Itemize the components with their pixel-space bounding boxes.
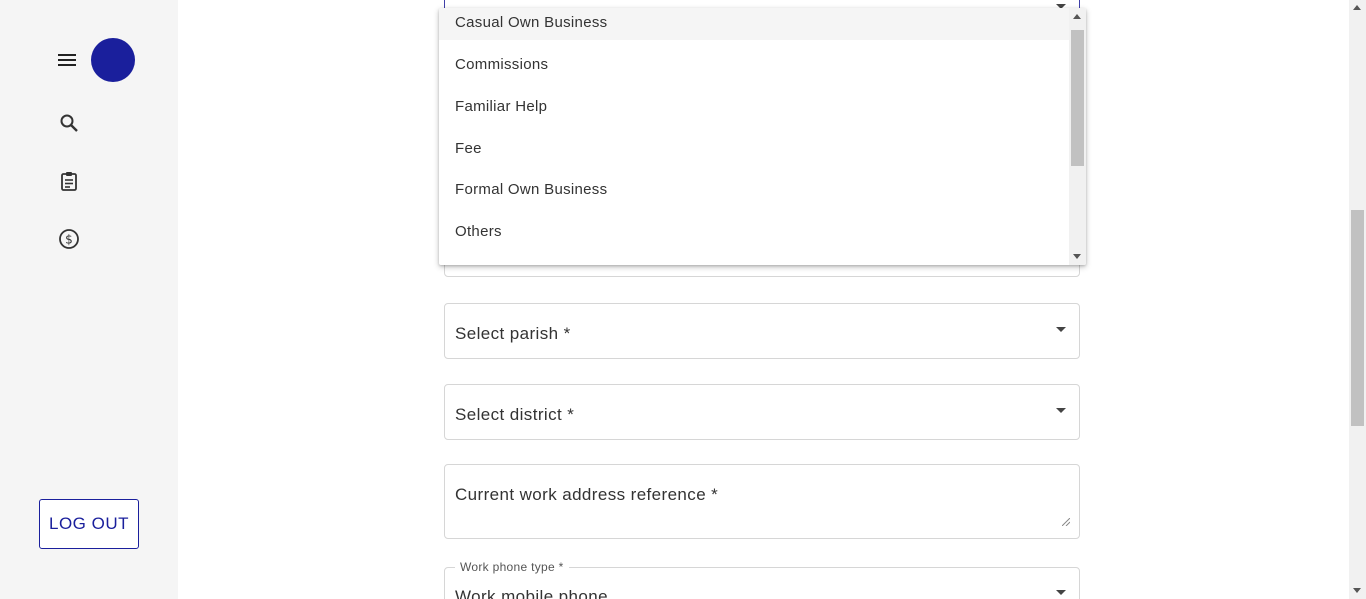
chevron-down-icon [1056,590,1066,595]
work-address-textarea[interactable]: Current work address reference * [444,464,1080,539]
logout-button[interactable]: LOG OUT [39,499,139,549]
income-type-dropdown: Casual Own Business Commissions Familiar… [439,8,1086,265]
district-select[interactable]: Select district * [444,384,1080,440]
dropdown-option[interactable]: Fee [439,130,1069,166]
phone-type-value: Work mobile phone [455,587,608,599]
scroll-down-icon[interactable] [1353,588,1361,593]
resize-handle-icon[interactable] [1062,518,1070,526]
page-scrollbar[interactable] [1349,0,1366,599]
dropdown-option[interactable]: Casual Own Business [439,8,1069,40]
dropdown-scroll-thumb[interactable] [1071,30,1084,166]
chevron-down-icon [1056,408,1066,413]
page-scroll-thumb[interactable] [1351,210,1364,426]
scroll-up-icon[interactable] [1353,5,1361,10]
dropdown-option[interactable]: Others [439,213,1069,249]
scroll-down-icon[interactable] [1073,254,1081,259]
work-phone-type-select[interactable]: Work phone type * Work mobile phone [444,560,1080,599]
address-placeholder: Current work address reference * [455,485,719,504]
parish-select[interactable]: Select parish * [444,303,1080,359]
svg-text:$: $ [65,233,73,247]
dropdown-option[interactable]: Formal Own Business [439,171,1069,207]
sidebar: $ LOG OUT [0,0,178,599]
parish-placeholder: Select parish * [455,324,571,343]
district-placeholder: Select district * [455,405,575,424]
menu-icon[interactable] [52,45,82,75]
dropdown-option[interactable]: Commissions [439,46,1069,82]
search-icon[interactable] [57,111,81,135]
chevron-down-icon [1056,327,1066,332]
scroll-up-icon[interactable] [1073,14,1081,19]
clipboard-icon[interactable] [57,169,81,193]
dropdown-option[interactable]: Familiar Help [439,88,1069,124]
dollar-circle-icon[interactable]: $ [57,227,81,251]
dropdown-scrollbar[interactable] [1069,8,1086,265]
phone-type-label: Work phone type * [455,560,569,574]
avatar[interactable] [91,38,135,82]
